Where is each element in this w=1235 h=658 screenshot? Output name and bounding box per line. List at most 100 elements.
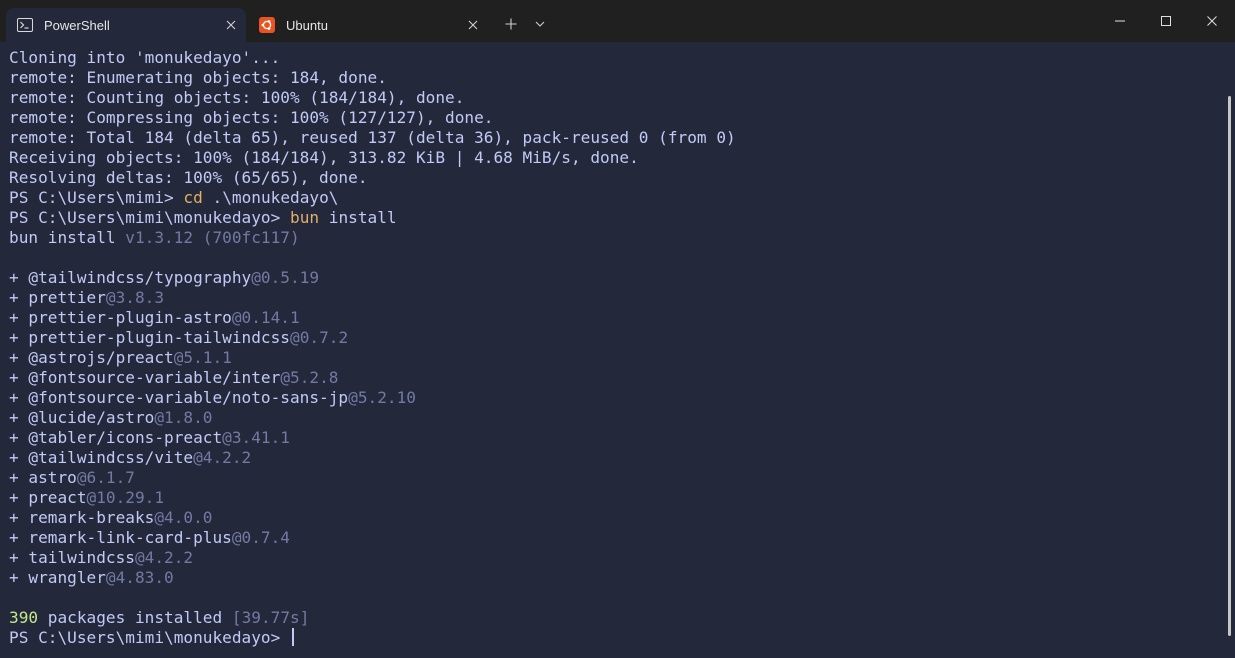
terminal-text: @3.8.3 [105, 288, 165, 307]
terminal-text: + prettier-plugin-tailwindcss [9, 328, 290, 347]
terminal-line: + @tailwindcss/typography@0.5.19 [9, 268, 736, 288]
terminal-text: packages installed [38, 608, 232, 627]
terminal-text: + prettier [9, 288, 106, 307]
terminal-text: + preact [9, 488, 87, 507]
terminal-text: cd [183, 188, 203, 207]
terminal-line: bun install v1.3.12 (700fc117) [9, 228, 736, 248]
terminal-line: + @tabler/icons-preact@3.41.1 [9, 428, 736, 448]
terminal-text: Cloning into 'monukedayo'... [9, 48, 281, 67]
tab-label: PowerShell [44, 17, 110, 33]
maximize-button[interactable] [1143, 0, 1189, 42]
terminal-line: remote: Counting objects: 100% (184/184)… [9, 88, 736, 108]
terminal-text: + remark-link-card-plus [9, 528, 232, 547]
terminal-text: + @fontsource-variable/noto-sans-jp [9, 388, 349, 407]
terminal-text: Resolving deltas: 100% (65/65), done. [9, 168, 368, 187]
chevron-down-icon [535, 21, 545, 27]
terminal-lines: Cloning into 'monukedayo'... remote: Enum… [9, 48, 736, 648]
terminal-line: PS C:\Users\mimi\monukedayo> [9, 628, 736, 648]
terminal-text: + @tailwindcss/vite [9, 448, 194, 467]
terminal-text: + tailwindcss [9, 548, 135, 567]
text-cursor [292, 628, 294, 646]
tab-label: Ubuntu [286, 17, 328, 33]
terminal-line: + @fontsource-variable/noto-sans-jp@5.2.… [9, 388, 736, 408]
terminal-text: @0.5.19 [251, 268, 320, 287]
terminal-line: + remark-link-card-plus@0.7.4 [9, 528, 736, 548]
terminal-text: @3.41.1 [222, 428, 290, 447]
terminal-line: + wrangler@4.83.0 [9, 568, 736, 588]
terminal-text: + @tailwindcss/typography [9, 268, 252, 287]
terminal-text: + wrangler [9, 568, 106, 587]
terminal-line: PS C:\Users\mimi> cd .\monukedayo\ [9, 188, 736, 208]
terminal-text: @4.83.0 [105, 568, 174, 587]
powershell-icon [16, 16, 34, 34]
terminal-text: bun [290, 208, 320, 227]
terminal-output[interactable]: Cloning into 'monukedayo'... remote: Enum… [0, 42, 1225, 658]
close-tab-icon[interactable] [458, 11, 488, 39]
terminal-text: 390 [9, 608, 39, 627]
terminal-line: + preact@10.29.1 [9, 488, 736, 508]
terminal-line: + @fontsource-variable/inter@5.2.8 [9, 368, 736, 388]
terminal-text: + @lucide/astro [9, 408, 155, 427]
ubuntu-icon [258, 16, 276, 34]
terminal-text: @10.29.1 [86, 488, 165, 507]
terminal-text: @0.7.2 [290, 328, 349, 347]
terminal-text: @5.2.8 [280, 368, 339, 387]
new-tab-button[interactable] [497, 10, 525, 38]
terminal-line: + remark-breaks@4.0.0 [9, 508, 736, 528]
terminal-line: + @lucide/astro@1.8.0 [9, 408, 736, 428]
terminal-text: @5.1.1 [173, 348, 232, 367]
terminal-text: remote: Compressing objects: 100% (127/1… [9, 108, 494, 127]
tab-dropdown-button[interactable] [526, 10, 554, 38]
plus-icon [505, 18, 517, 30]
terminal-line: remote: Enumerating objects: 184, done. [9, 68, 736, 88]
terminal-line: + prettier-plugin-astro@0.14.1 [9, 308, 736, 328]
terminal-text: @5.2.10 [348, 388, 416, 407]
terminal-text: [39.77s] [231, 608, 310, 627]
terminal-text: v1.3.12 (700fc117) [125, 228, 300, 247]
terminal-line: + @astrojs/preact@5.1.1 [9, 348, 736, 368]
terminal-text: + @astrojs/preact [9, 348, 174, 367]
terminal-text: PS C:\Users\mimi\monukedayo> [9, 208, 290, 227]
terminal-window: PowerShell Ubuntu Cloning into 'monukeda… [0, 0, 1235, 658]
terminal-text: @4.2.2 [193, 448, 252, 467]
terminal-text: + @tabler/icons-preact [9, 428, 223, 447]
terminal-line: + @tailwindcss/vite@4.2.2 [9, 448, 736, 468]
terminal-text: @4.2.2 [134, 548, 194, 567]
scrollbar-thumb[interactable] [1228, 96, 1231, 636]
terminal-text: .\monukedayo\ [202, 188, 339, 207]
terminal-text: remote: Total 184 (delta 65), reused 137… [9, 128, 736, 147]
minimize-icon [1115, 20, 1125, 22]
title-bar: PowerShell Ubuntu [0, 0, 1235, 42]
terminal-text: install [319, 208, 397, 227]
terminal-text: @0.7.4 [231, 528, 290, 547]
terminal-text: @6.1.7 [76, 468, 135, 487]
terminal-text: remote: Counting objects: 100% (184/184)… [9, 88, 465, 107]
terminal-line: Resolving deltas: 100% (65/65), done. [9, 168, 736, 188]
terminal-text: + prettier-plugin-astro [9, 308, 232, 327]
tab-ubuntu[interactable]: Ubuntu [248, 8, 488, 42]
terminal-line: + prettier-plugin-tailwindcss@0.7.2 [9, 328, 736, 348]
minimize-button[interactable] [1097, 0, 1143, 42]
terminal-line: + prettier@3.8.3 [9, 288, 736, 308]
terminal-line: 390 packages installed [39.77s] [9, 608, 736, 628]
close-window-button[interactable] [1189, 0, 1235, 42]
terminal-text: @0.14.1 [231, 308, 300, 327]
terminal-line: Receiving objects: 100% (184/184), 313.8… [9, 148, 736, 168]
terminal-text: + @fontsource-variable/inter [9, 368, 281, 387]
terminal-line: remote: Compressing objects: 100% (127/1… [9, 108, 736, 128]
terminal-text: @1.8.0 [154, 408, 213, 427]
terminal-text: bun install [9, 228, 126, 247]
tab-powershell[interactable]: PowerShell [6, 8, 246, 42]
terminal-text: PS C:\Users\mimi\monukedayo> [9, 628, 290, 647]
maximize-icon [1161, 16, 1171, 26]
terminal-text: PS C:\Users\mimi> [9, 188, 184, 207]
terminal-text: + remark-breaks [9, 508, 155, 527]
close-tab-icon[interactable] [216, 11, 246, 39]
close-icon [1207, 16, 1217, 26]
terminal-text: remote: Enumerating objects: 184, done. [9, 68, 387, 87]
scrollbar[interactable] [1225, 42, 1235, 658]
terminal-line: Cloning into 'monukedayo'... [9, 48, 736, 68]
terminal-line: remote: Total 184 (delta 65), reused 137… [9, 128, 736, 148]
